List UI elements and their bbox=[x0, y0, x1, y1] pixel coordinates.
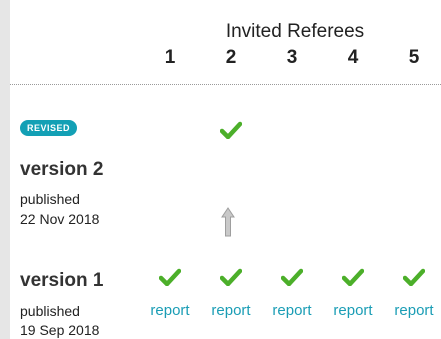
referee-number-5: 5 bbox=[408, 47, 420, 68]
header-divider bbox=[10, 84, 441, 85]
report-link-referee-1[interactable]: report bbox=[140, 302, 200, 319]
referee-number-2: 2 bbox=[225, 47, 237, 68]
referee-number-1: 1 bbox=[164, 47, 176, 68]
check-icon bbox=[159, 268, 181, 286]
check-icon bbox=[281, 268, 303, 286]
check-icon bbox=[220, 268, 242, 286]
check-icon bbox=[342, 268, 364, 286]
report-link-referee-4[interactable]: report bbox=[323, 302, 383, 319]
check-icon bbox=[220, 121, 242, 139]
revised-badge: REVISED bbox=[20, 120, 78, 136]
version-2-published-label: published bbox=[20, 191, 80, 207]
version-1-date: 19 Sep 2018 bbox=[20, 322, 100, 338]
version-1-published-label: published bbox=[20, 303, 80, 319]
version-2-title[interactable]: version 2 bbox=[20, 159, 103, 181]
report-link-referee-5[interactable]: report bbox=[384, 302, 441, 319]
referee-number-3: 3 bbox=[286, 47, 298, 68]
header-title: Invited Referees bbox=[225, 21, 365, 42]
left-bar bbox=[0, 0, 10, 339]
version-1-title[interactable]: version 1 bbox=[20, 270, 103, 292]
report-link-referee-2[interactable]: report bbox=[201, 302, 261, 319]
referee-number-4: 4 bbox=[347, 47, 359, 68]
report-link-referee-3[interactable]: report bbox=[262, 302, 322, 319]
arrow-up-icon bbox=[221, 207, 235, 237]
version-2-date: 22 Nov 2018 bbox=[20, 211, 100, 227]
check-icon bbox=[403, 268, 425, 286]
